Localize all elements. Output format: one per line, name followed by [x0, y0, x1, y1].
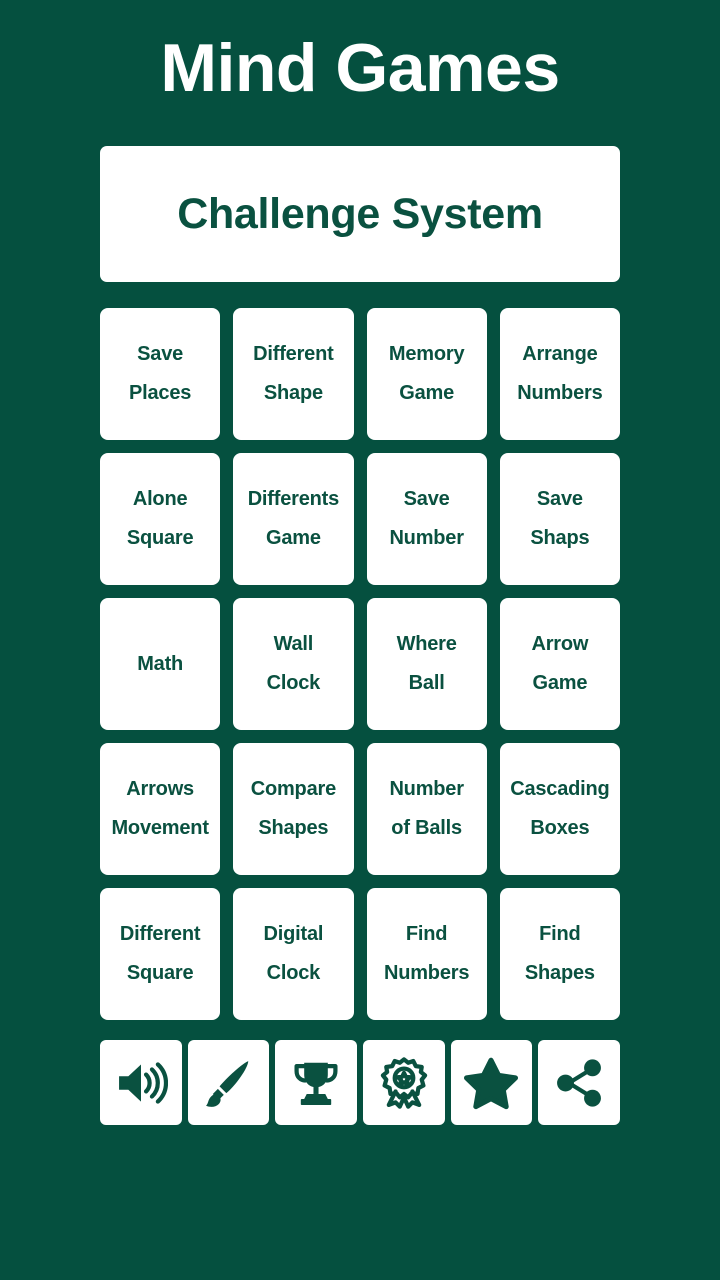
game-tile-label: Compare Shapes [250, 778, 337, 839]
game-tile[interactable]: Math [100, 598, 221, 730]
game-tile-label: Memory Game [388, 343, 465, 404]
challenge-system-banner[interactable]: Challenge System [100, 146, 620, 282]
game-tile-label: Differents Game [247, 488, 340, 549]
game-tile-label: Save Number [389, 488, 464, 549]
game-tile[interactable]: Find Numbers [366, 888, 487, 1020]
game-tile-label: Cascading Boxes [510, 778, 610, 839]
game-tile[interactable]: Save Number [366, 453, 487, 585]
game-tile[interactable]: Memory Game [366, 308, 487, 440]
game-tile[interactable]: Save Shaps [499, 453, 620, 585]
game-tile-label: Arrow Game [531, 633, 589, 694]
trophy-button[interactable] [275, 1040, 357, 1125]
app-screen: Mind Games Challenge System Save Places Di… [0, 0, 720, 1280]
game-tile[interactable]: Find Shapes [499, 888, 620, 1020]
medal-icon [377, 1056, 431, 1110]
game-tile[interactable]: Arrow Game [499, 598, 620, 730]
star-icon [464, 1056, 519, 1110]
game-tile-label: Arrange Numbers [517, 343, 603, 404]
game-tile-label: Digital Clock [263, 923, 324, 984]
game-tile-label: Different Square [119, 923, 201, 984]
game-tile[interactable]: Cascading Boxes [499, 743, 620, 875]
game-tile-label: Where Ball [396, 633, 457, 694]
games-grid: Save Places Different Shape Memory Game Arrang… [100, 308, 620, 1020]
trophy-icon [289, 1056, 343, 1110]
game-tile[interactable]: Different Shape [233, 308, 354, 440]
sound-button[interactable] [100, 1040, 182, 1125]
game-tile[interactable]: Compare Shapes [233, 743, 354, 875]
medal-button[interactable] [362, 1040, 445, 1125]
bottom-toolbar [100, 1040, 620, 1125]
game-tile-label: Find Numbers [383, 923, 470, 984]
game-tile-label: Arrows Movement [111, 778, 209, 839]
paintbrush-icon [201, 1056, 255, 1110]
game-tile-label: Find Shapes [524, 923, 595, 984]
share-icon [552, 1056, 606, 1110]
game-tile[interactable]: Differents Game [233, 453, 354, 585]
game-tile-label: Math [137, 652, 184, 675]
game-tile[interactable]: Wall Clock [233, 598, 354, 730]
game-tile[interactable]: Digital Clock [233, 888, 354, 1020]
game-tile-label: Save Places [129, 343, 192, 404]
page-title: Mind Games [160, 30, 560, 106]
game-tile[interactable]: Alone Square [100, 453, 221, 585]
game-tile-label: Save Shaps [530, 488, 590, 549]
game-tile[interactable]: Different Square [100, 888, 221, 1020]
game-tile-label: Wall Clock [266, 633, 321, 694]
game-tile[interactable]: Number of Balls [366, 743, 487, 875]
game-tile[interactable]: Arrows Movement [100, 743, 221, 875]
star-button[interactable] [450, 1040, 533, 1125]
paintbrush-button[interactable] [187, 1040, 270, 1125]
game-tile[interactable]: Arrange Numbers [499, 308, 620, 440]
challenge-system-label: Challenge System [177, 189, 543, 238]
game-tile-label: Alone Square [126, 488, 194, 549]
share-button[interactable] [538, 1040, 620, 1125]
game-tile[interactable]: Where Ball [366, 598, 487, 730]
game-tile[interactable]: Save Places [100, 308, 221, 440]
game-tile-label: Number of Balls [389, 778, 464, 839]
sound-icon [114, 1056, 168, 1110]
game-tile-label: Different Shape [253, 343, 334, 404]
